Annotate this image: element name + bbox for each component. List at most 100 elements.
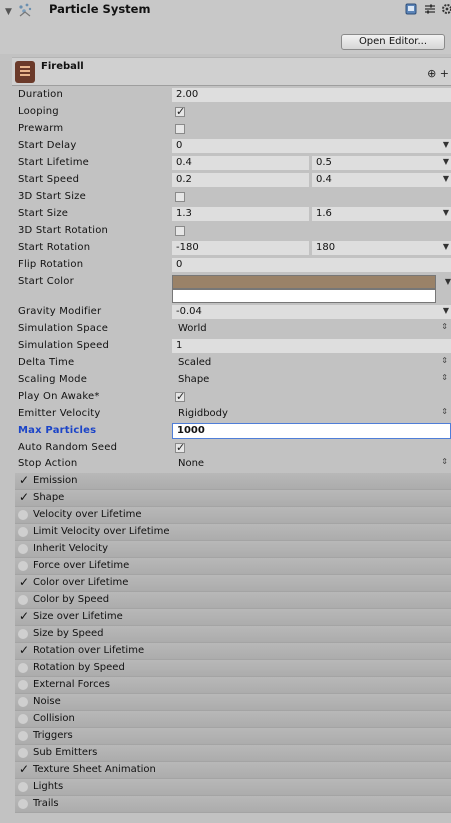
simulation-space-arrows-icon[interactable]: ⇕ — [441, 322, 448, 331]
component-header: ▼ Particle System Open Editor... — [0, 0, 451, 54]
module-label: Emission — [33, 475, 78, 486]
preset-sliders-icon[interactable] — [424, 3, 436, 15]
module-disabled-circle-icon[interactable] — [18, 680, 28, 690]
prop-auto-random-seed: Auto Random Seed — [15, 440, 451, 457]
module-disabled-circle-icon[interactable] — [18, 544, 28, 554]
start-speed-min-field[interactable]: 0.2 — [172, 173, 309, 187]
module-disabled-circle-icon[interactable] — [18, 595, 28, 605]
start-color-dropdown-icon[interactable]: ▼ — [445, 277, 451, 286]
start-lifetime-dropdown-icon[interactable]: ▼ — [443, 157, 449, 166]
module-disabled-circle-icon[interactable] — [18, 697, 28, 707]
module-row[interactable]: Collision — [15, 711, 451, 728]
module-label: Collision — [33, 713, 75, 724]
module-row[interactable]: ✓ Shape — [15, 490, 451, 507]
simulation-speed-field[interactable]: 1 — [172, 339, 451, 353]
3d-start-rotation-checkbox[interactable] — [175, 226, 185, 236]
collapse-triangle-icon[interactable]: ▼ — [5, 7, 12, 17]
emitter-velocity-dropdown[interactable]: Rigidbody — [178, 408, 228, 419]
simulation-space-dropdown[interactable]: World — [178, 323, 207, 334]
start-rotation-max-field[interactable]: 180 ▼ — [312, 241, 451, 255]
duration-field[interactable]: 2.00 — [172, 88, 451, 102]
module-enabled-checkmark-icon[interactable]: ✓ — [19, 490, 29, 504]
module-disabled-circle-icon[interactable] — [18, 714, 28, 724]
module-enabled-checkmark-icon[interactable]: ✓ — [19, 643, 29, 657]
start-size-label: Start Size — [18, 208, 69, 219]
start-speed-label: Start Speed — [18, 174, 80, 185]
modules-list: ✓ Emission ✓ Shape Velocity over Lifetime Lim… — [15, 473, 451, 813]
module-disabled-circle-icon[interactable] — [18, 799, 28, 809]
module-row[interactable]: Inherit Velocity — [15, 541, 451, 558]
emitter-velocity-arrows-icon[interactable]: ⇕ — [441, 407, 448, 416]
module-row[interactable]: ✓ Color over Lifetime — [15, 575, 451, 592]
module-enabled-checkmark-icon[interactable]: ✓ — [19, 609, 29, 623]
module-disabled-circle-icon[interactable] — [18, 561, 28, 571]
module-row[interactable]: ✓ Emission — [15, 473, 451, 490]
gravity-dropdown-icon[interactable]: ▼ — [443, 306, 449, 315]
start-speed-max-field[interactable]: 0.4 ▼ — [312, 173, 451, 187]
start-size-dropdown-icon[interactable]: ▼ — [443, 208, 449, 217]
start-delay-field[interactable]: 0 ▼ — [172, 139, 451, 153]
start-lifetime-max-field[interactable]: 0.5 ▼ — [312, 156, 451, 170]
module-row[interactable]: Color by Speed — [15, 592, 451, 609]
module-disabled-circle-icon[interactable] — [18, 510, 28, 520]
prop-delta-time: Delta Time Scaled ⇕ — [15, 355, 451, 372]
module-label: Inherit Velocity — [33, 543, 108, 554]
module-options-icon[interactable]: ⊕ + — [427, 67, 449, 80]
prop-gravity-modifier: Gravity Modifier -0.04 ▼ — [15, 304, 451, 321]
start-speed-dropdown-icon[interactable]: ▼ — [443, 174, 449, 183]
module-disabled-circle-icon[interactable] — [18, 782, 28, 792]
prop-start-delay: Start Delay 0 ▼ — [15, 138, 451, 155]
settings-gear-icon[interactable] — [441, 3, 451, 15]
prewarm-checkbox[interactable] — [175, 124, 185, 134]
scaling-mode-dropdown[interactable]: Shape — [178, 374, 209, 385]
module-row[interactable]: Lights — [15, 779, 451, 796]
start-color-min-swatch[interactable] — [172, 275, 436, 289]
main-module-header[interactable]: Fireball ⊕ + — [12, 57, 451, 86]
prop-start-color: Start Color ▼ — [15, 274, 451, 306]
flip-rotation-field[interactable]: 0 — [172, 258, 451, 272]
play-on-awake-checkbox[interactable] — [175, 390, 185, 403]
module-row[interactable]: Rotation by Speed — [15, 660, 451, 677]
start-size-min-field[interactable]: 1.3 — [172, 207, 309, 221]
module-enabled-checkmark-icon[interactable]: ✓ — [19, 762, 29, 776]
gravity-modifier-field[interactable]: -0.04 ▼ — [172, 305, 451, 319]
auto-random-seed-label: Auto Random Seed — [18, 442, 118, 453]
open-editor-button[interactable]: Open Editor... — [341, 34, 445, 50]
module-disabled-circle-icon[interactable] — [18, 527, 28, 537]
module-row[interactable]: Limit Velocity over Lifetime — [15, 524, 451, 541]
module-label: Noise — [33, 696, 61, 707]
start-rotation-min-field[interactable]: -180 — [172, 241, 309, 255]
start-size-max-field[interactable]: 1.6 ▼ — [312, 207, 451, 221]
stop-action-arrows-icon[interactable]: ⇕ — [441, 457, 448, 466]
stop-action-dropdown[interactable]: None — [178, 458, 204, 469]
module-row[interactable]: Triggers — [15, 728, 451, 745]
module-row[interactable]: Velocity over Lifetime — [15, 507, 451, 524]
max-particles-input[interactable]: 1000 — [172, 423, 451, 439]
module-enabled-checkmark-icon[interactable]: ✓ — [19, 473, 29, 487]
start-lifetime-min-field[interactable]: 0.4 — [172, 156, 309, 170]
module-disabled-circle-icon[interactable] — [18, 748, 28, 758]
start-color-max-swatch[interactable] — [172, 289, 436, 303]
module-row[interactable]: ✓ Texture Sheet Animation — [15, 762, 451, 779]
module-enabled-checkmark-icon[interactable]: ✓ — [19, 575, 29, 589]
module-row[interactable]: External Forces — [15, 677, 451, 694]
module-disabled-circle-icon[interactable] — [18, 731, 28, 741]
module-disabled-circle-icon[interactable] — [18, 629, 28, 639]
help-book-icon[interactable] — [405, 3, 417, 15]
start-rotation-dropdown-icon[interactable]: ▼ — [443, 242, 449, 251]
3d-start-size-checkbox[interactable] — [175, 192, 185, 202]
start-delay-curve-dropdown-icon[interactable]: ▼ — [443, 140, 449, 149]
auto-random-seed-checkbox[interactable] — [175, 441, 185, 454]
module-row[interactable]: Noise — [15, 694, 451, 711]
module-row[interactable]: Trails — [15, 796, 451, 813]
scaling-mode-arrows-icon[interactable]: ⇕ — [441, 373, 448, 382]
module-row[interactable]: ✓ Size over Lifetime — [15, 609, 451, 626]
looping-checkbox[interactable] — [175, 105, 185, 118]
delta-time-dropdown[interactable]: Scaled — [178, 357, 211, 368]
module-row[interactable]: Sub Emitters — [15, 745, 451, 762]
module-row[interactable]: ✓ Rotation over Lifetime — [15, 643, 451, 660]
module-row[interactable]: Force over Lifetime — [15, 558, 451, 575]
module-disabled-circle-icon[interactable] — [18, 663, 28, 673]
module-row[interactable]: Size by Speed — [15, 626, 451, 643]
delta-time-arrows-icon[interactable]: ⇕ — [441, 356, 448, 365]
